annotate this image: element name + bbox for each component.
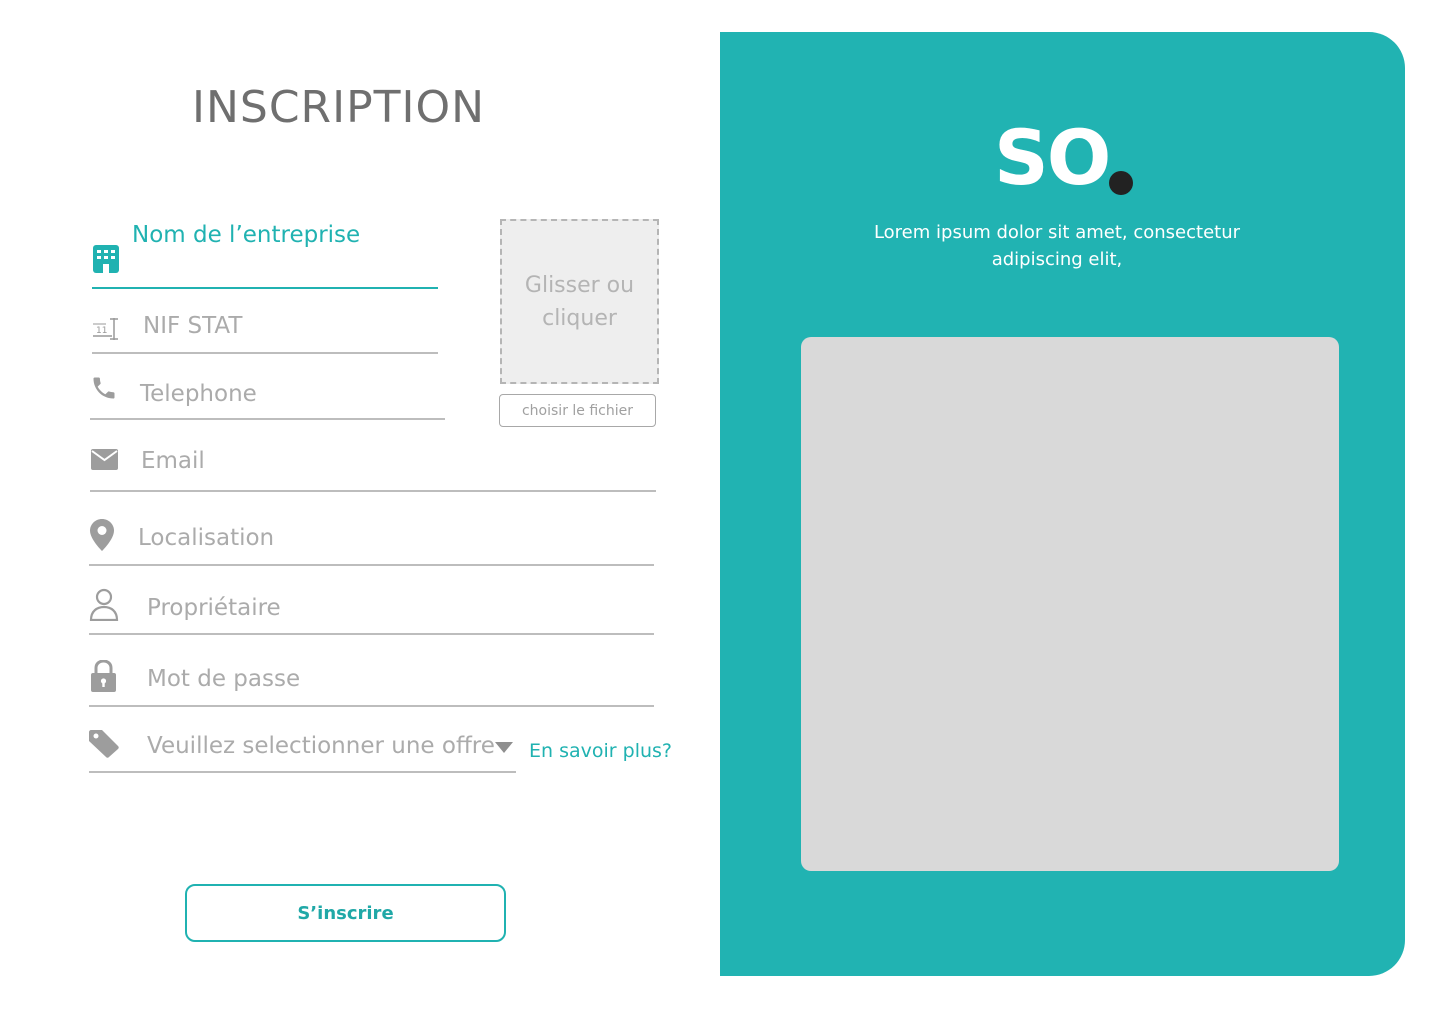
brand-logo: SO <box>994 113 1111 202</box>
email-label: Email <box>141 448 205 474</box>
brand-logo-dot <box>1109 171 1133 195</box>
map-pin-icon <box>90 519 114 551</box>
user-icon <box>89 588 119 621</box>
id-number-icon: 11 <box>93 318 118 340</box>
svg-text:11: 11 <box>96 326 107 336</box>
password-label: Mot de passe <box>147 666 301 692</box>
owner-input[interactable] <box>89 633 654 635</box>
lock-icon <box>91 660 116 692</box>
file-dropzone[interactable]: Glisser ou cliquer <box>500 219 659 384</box>
password-input[interactable] <box>89 705 654 707</box>
location-input[interactable] <box>89 564 654 566</box>
email-input[interactable] <box>90 490 656 492</box>
nif-stat-input[interactable] <box>92 352 438 354</box>
illustration-placeholder <box>801 337 1339 871</box>
learn-more-link[interactable]: En savoir plus? <box>529 740 672 762</box>
offer-select-label: Veuillez selectionner une offre <box>147 733 495 759</box>
chevron-down-icon[interactable] <box>495 742 513 753</box>
telephone-label: Telephone <box>140 381 257 407</box>
telephone-input[interactable] <box>90 418 445 420</box>
tag-icon <box>89 730 119 758</box>
offer-select[interactable] <box>89 771 516 773</box>
phone-icon <box>93 377 115 399</box>
page-title: INSCRIPTION <box>192 82 486 133</box>
dropzone-text: Glisser ou cliquer <box>524 272 635 331</box>
company-name-input[interactable] <box>92 287 438 289</box>
building-icon <box>93 245 119 273</box>
nif-stat-label: NIF STAT <box>143 313 243 339</box>
owner-label: Propriétaire <box>147 595 281 621</box>
register-button[interactable]: S’inscrire <box>185 884 506 942</box>
choose-file-button[interactable]: choisir le fichier <box>499 394 656 427</box>
envelope-icon <box>91 449 118 470</box>
location-label: Localisation <box>138 525 275 551</box>
brand-tagline: Lorem ipsum dolor sit amet, consectetur … <box>873 222 1241 270</box>
company-name-label: Nom de l’entreprise <box>132 222 361 248</box>
